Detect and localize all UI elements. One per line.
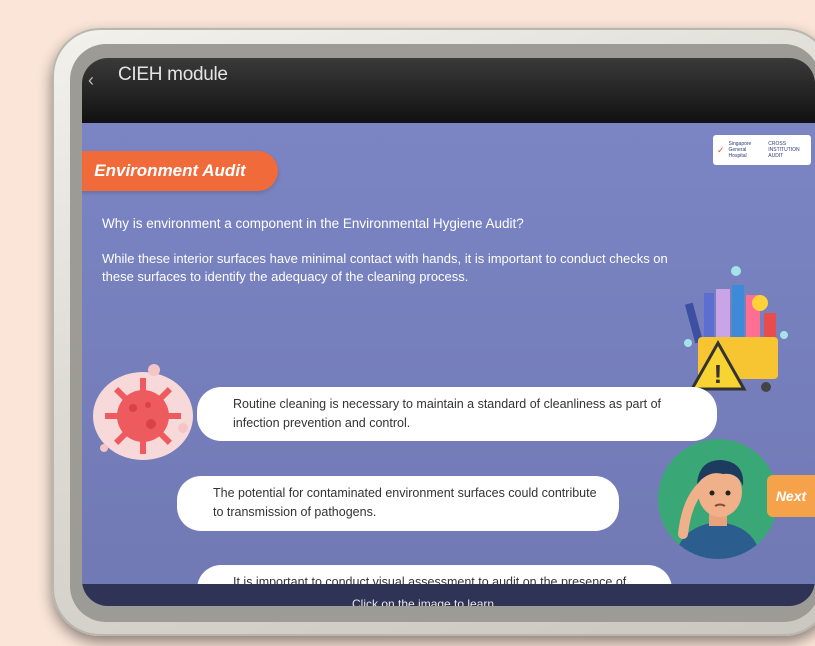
point-contamination: The potential for contaminated environme… (177, 476, 619, 531)
section-paragraph: While these interior surfaces have minim… (102, 251, 668, 284)
section-question: Why is environment a component in the En… (102, 216, 524, 231)
checkmark-logo-icon: ✓ (717, 144, 725, 155)
section-badge: Environment Audit (82, 151, 278, 191)
app-screen: ‹ CIEH module Environment Audit ✓ Singap… (82, 58, 815, 606)
bottom-bar: Click on the image to learn (82, 584, 815, 606)
logo-text-right: CROSS INSTITUTION AUDIT (768, 141, 800, 159)
thinking-person-icon (658, 439, 778, 559)
module-title: CIEH module (118, 64, 228, 85)
virus-icon (93, 364, 193, 460)
cleaning-cart-icon: ! (684, 266, 788, 392)
top-bar: ‹ CIEH module (82, 58, 815, 123)
logo-text-left: Singapore General Hospital (728, 141, 752, 159)
chevron-left-icon[interactable]: ‹ (88, 70, 94, 91)
footer-caption: Click on the image to learn (352, 597, 495, 606)
svg-text:!: ! (714, 359, 723, 389)
point-routine-cleaning: Routine cleaning is necessary to maintai… (197, 387, 717, 441)
institution-logo: ✓ Singapore General Hospital CROSS INSTI… (713, 135, 811, 165)
slide-content: Environment Audit ✓ Singapore General Ho… (82, 123, 815, 606)
next-button[interactable]: Next (767, 475, 815, 517)
